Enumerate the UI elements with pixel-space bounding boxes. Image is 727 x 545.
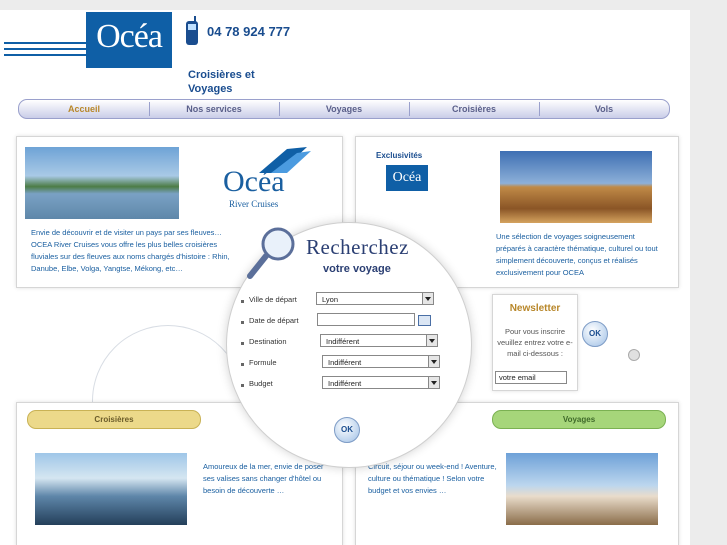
search-ok-button[interactable]: OK <box>334 417 360 443</box>
date-depart-input[interactable] <box>317 313 415 326</box>
nav-nos-services[interactable]: Nos services <box>149 100 279 118</box>
chevron-down-icon[interactable] <box>426 335 437 346</box>
river-logo-subtitle: River Cruises <box>229 199 279 209</box>
exclusivites-title: Exclusivités <box>376 151 423 160</box>
newsletter-email-input[interactable]: votre email <box>495 371 567 384</box>
label-ville-depart: Ville de départ <box>249 295 297 304</box>
calendar-icon[interactable] <box>418 315 431 326</box>
logo-stripes <box>4 42 90 60</box>
phone-number: 04 78 924 777 <box>207 24 291 39</box>
chevron-down-icon[interactable] <box>422 293 433 304</box>
bullet-icon <box>241 363 244 366</box>
ville-depart-value: Lyon <box>322 295 338 304</box>
bullet-icon <box>241 321 244 324</box>
nav-vols[interactable]: Vols <box>539 100 669 118</box>
nav-croisieres[interactable]: Croisières <box>409 100 539 118</box>
wave-logo-icon <box>259 147 311 173</box>
tagline: Croisières et Voyages <box>188 69 255 95</box>
nav-voyages[interactable]: Voyages <box>279 100 409 118</box>
croisieres-pill[interactable]: Croisières <box>27 410 201 429</box>
destination-value: Indifférent <box>326 337 360 346</box>
bullet-icon <box>241 384 244 387</box>
exclusivites-logo: Océa <box>386 165 428 191</box>
voyages-description: Circuit, séjour ou week-end ! Aventure, … <box>368 462 497 495</box>
river-description: Envie de découvrir et de visiter un pays… <box>31 228 230 273</box>
newsletter-panel: Newsletter Pour vous inscrire veuillez e… <box>492 294 578 391</box>
croisieres-description: Amoureux de la mer, envie de poser ses v… <box>203 462 324 495</box>
label-budget: Budget <box>249 379 273 388</box>
desert-arch-photo[interactable] <box>500 151 652 223</box>
chevron-down-icon[interactable] <box>428 377 439 388</box>
destination-select[interactable]: Indifférent <box>320 334 438 347</box>
exclusivites-description: Une sélection de voyages soigneusement p… <box>496 232 658 277</box>
chevron-down-icon[interactable] <box>428 356 439 367</box>
voyages-pill[interactable]: Voyages <box>492 410 666 429</box>
newsletter-text: Pour vous inscrire veuillez entrez votre… <box>497 327 573 358</box>
label-formule: Formule <box>249 358 277 367</box>
search-subtitle: votre voyage <box>323 263 391 275</box>
magnifier-icon <box>247 227 295 279</box>
cruise-ship-photo[interactable] <box>35 453 187 525</box>
budget-value: Indifférent <box>328 379 362 388</box>
phone-icon <box>186 16 198 45</box>
label-destination: Destination <box>249 337 287 346</box>
formule-select[interactable]: Indifférent <box>322 355 440 368</box>
ville-depart-select[interactable]: Lyon <box>316 292 434 305</box>
main-nav: Accueil Nos services Voyages Croisières … <box>18 99 670 119</box>
river-cruise-photo[interactable] <box>25 147 179 219</box>
logo-text: Océa <box>96 18 163 55</box>
ocea-logo[interactable]: Océa <box>86 12 172 68</box>
bullet-icon <box>241 342 244 345</box>
formule-value: Indifférent <box>328 358 362 367</box>
budget-select[interactable]: Indifférent <box>322 376 440 389</box>
decorative-dot <box>628 349 640 361</box>
bullet-icon <box>241 300 244 303</box>
newsletter-title: Newsletter <box>509 303 561 314</box>
label-date-depart: Date de départ <box>249 316 299 325</box>
nav-accueil[interactable]: Accueil <box>19 100 149 118</box>
search-title: Recherchez <box>306 235 409 259</box>
page: Océa 04 78 924 777 Croisières et Voyages… <box>0 10 690 545</box>
newsletter-ok-button[interactable]: OK <box>582 321 608 347</box>
taj-mahal-photo[interactable] <box>506 453 658 525</box>
